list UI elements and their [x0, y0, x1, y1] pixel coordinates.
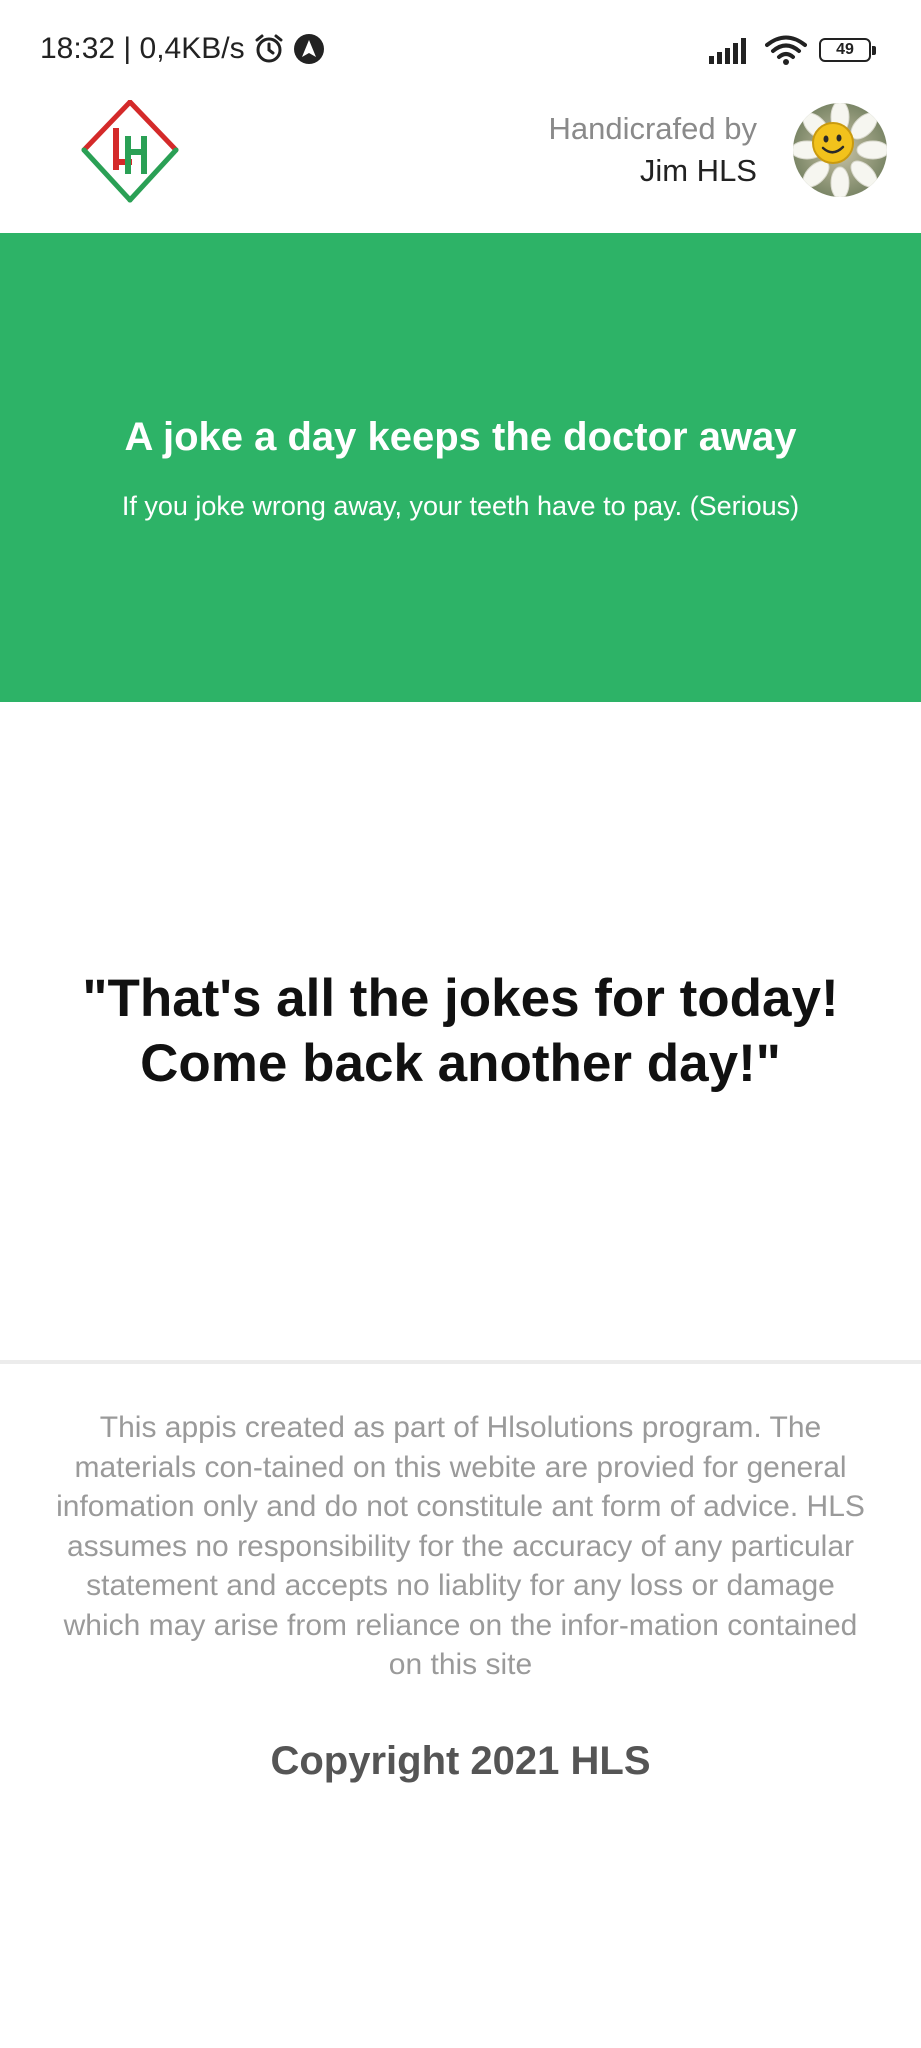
- joke-message-line-1: "That's all the jokes for today!: [82, 969, 839, 1028]
- banner-title: A joke a day keeps the doctor away: [124, 415, 797, 459]
- status-time: 18:32 | 0,4KB/s: [40, 32, 245, 65]
- footer-divider: [0, 1360, 921, 1364]
- joke-message-line-2: Come back another day!": [140, 1034, 781, 1093]
- copyright-text: Copyright 2021 HLS: [270, 1739, 651, 1783]
- avatar[interactable]: [793, 103, 887, 197]
- wifi-icon: [765, 34, 807, 66]
- hero-banner: A joke a day keeps the doctor away If yo…: [0, 233, 921, 702]
- page: 18:32 | 0,4KB/s 49 Handicrafed by Jim HL…: [0, 0, 921, 2048]
- credit-block: Handicrafed by Jim HLS: [548, 108, 757, 192]
- status-left: 18:32 | 0,4KB/s: [40, 32, 325, 66]
- status-bar: 18:32 | 0,4KB/s 49: [0, 0, 921, 100]
- battery-level: 49: [836, 41, 854, 58]
- alarm-clock-icon: [253, 33, 285, 65]
- app-header: Handicrafed by Jim HLS: [0, 99, 921, 233]
- banner-subtitle: If you joke wrong away, your teeth have …: [121, 491, 800, 521]
- status-right: 49: [709, 34, 876, 66]
- hls-logo-icon[interactable]: [78, 99, 182, 204]
- credit-label: Handicrafed by: [548, 111, 757, 146]
- battery-indicator: 49: [819, 38, 876, 62]
- joke-message: "That's all the jokes for today! Come ba…: [40, 966, 881, 1096]
- credit-name: Jim HLS: [639, 153, 757, 188]
- disclaimer-text: This appis created as part of Hlsolution…: [56, 1411, 865, 1681]
- navigation-arrow-icon: [293, 33, 325, 65]
- cellular-signal-icon: [709, 36, 753, 64]
